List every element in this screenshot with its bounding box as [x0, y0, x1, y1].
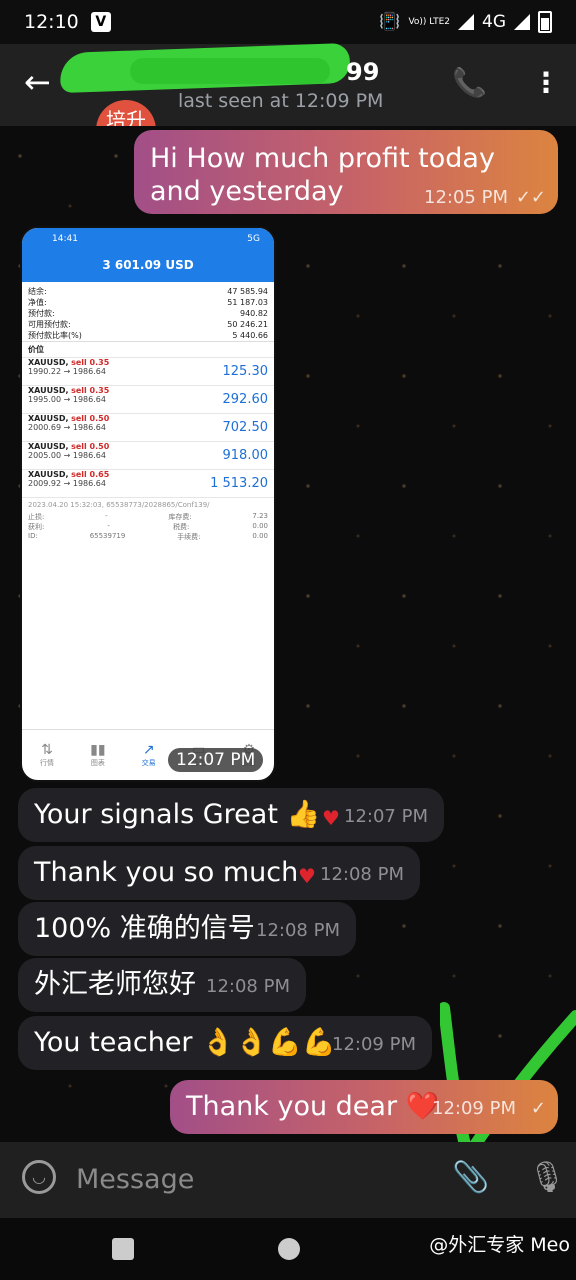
trade-row: XAUUSD, sell 0.65 2009.92 → 1986.64 1 51… [22, 469, 274, 497]
home-button[interactable] [278, 1238, 300, 1260]
message-text: Your signals Great 👍 [34, 799, 321, 830]
incoming-message[interactable]: Your signals Great 👍 ♥ 12:07 PM [18, 788, 444, 842]
heart-reaction-icon[interactable]: ♥ [322, 806, 340, 830]
microphone-icon[interactable]: 🎙 [528, 1160, 566, 1195]
chat-header: ← 培升 99 last seen at 12:09 PM 📞 ⋮ [0, 42, 576, 160]
image-message[interactable]: 14:41 5G 3 601.09 USD 结余: 47 585.94 净值: 51… [20, 226, 276, 782]
back-arrow-icon[interactable]: ← [24, 66, 51, 98]
read-ticks-icon: ✓✓ [515, 187, 546, 208]
trade-row: XAUUSD, sell 0.50 2000.69 → 1986.64 702.… [22, 413, 274, 441]
message-time: 12:09 PM [332, 1034, 416, 1055]
read-tick-icon: ✓ [530, 1098, 546, 1119]
trade-row: XAUUSD, sell 0.35 1995.00 → 1986.64 292.… [22, 385, 274, 413]
last-seen: last seen at 12:09 PM [178, 90, 384, 112]
heart-reaction-icon[interactable]: ♥ [298, 864, 316, 888]
message-input[interactable]: Message [76, 1164, 194, 1195]
tab-quotes: ⇅ 行情 [40, 742, 55, 767]
status-bar: 12:10 V 📳 Vo)) LTE2 4G [0, 0, 576, 44]
message-time: 12:08 PM [206, 976, 290, 997]
attach-icon[interactable]: 📎 [452, 1160, 489, 1195]
incoming-message[interactable]: Thank you so much ♥ 12:08 PM [18, 846, 420, 900]
incoming-message[interactable]: You teacher 👌👌💪💪 12:09 PM [18, 1016, 432, 1070]
network-type: 4G [482, 12, 506, 32]
tab-trade: ↗ 交易 [141, 742, 156, 767]
message-time: 12:05 PM [424, 187, 508, 208]
trade-details: 止损: - 库存费: 7.23 获利: - 税费: 0.00 ID: 65539719 手续费:… [28, 512, 268, 541]
account-row: 可用预付款: 50 246.21 [28, 320, 268, 329]
message-time: 12:09 PM [432, 1098, 516, 1119]
phone-header: 14:41 5G 3 601.09 USD [22, 228, 274, 282]
vibrate-icon: 📳 [379, 12, 401, 32]
message-time: 12:08 PM [320, 864, 404, 885]
message-text: Thank you dear ❤️ [186, 1091, 440, 1122]
message-time: 12:07 PM [344, 806, 428, 827]
signal-icon [458, 14, 474, 30]
volte-icon: Vo)) LTE2 [408, 16, 450, 27]
outgoing-message[interactable]: Thank you dear ❤️ 12:09 PM ✓ [170, 1080, 558, 1134]
phone-time: 14:41 [52, 234, 78, 244]
contact-name[interactable]: 99 [346, 58, 379, 86]
section-label: 价位 [22, 341, 274, 357]
trade-row: XAUUSD, sell 0.35 1990.22 → 1986.64 125.… [22, 357, 274, 385]
tab-charts: ▮▮ 图表 [90, 742, 106, 767]
message-text: 外汇老师您好 [34, 969, 196, 1000]
signal-icon-2 [514, 14, 530, 30]
account-row: 预付款比率(%) 5 440.66 [28, 331, 268, 340]
chat-area[interactable]: Hi How much profit today and yesterday 1… [0, 126, 576, 1142]
emoji-icon[interactable]: ◡ [22, 1160, 56, 1194]
image-time: 12:07 PM [168, 748, 264, 772]
incoming-message[interactable]: 100% 准确的信号 12:08 PM [18, 902, 356, 956]
phone-network: 5G [247, 234, 260, 244]
redaction-scribble-2 [130, 58, 330, 84]
incoming-message[interactable]: 外汇老师您好 12:08 PM [18, 958, 306, 1012]
message-text: Thank you so much [34, 857, 299, 888]
message-text: 100% 准确的信号 [34, 913, 255, 944]
more-menu-icon[interactable]: ⋮ [532, 66, 560, 99]
recents-button[interactable] [112, 1238, 134, 1260]
carrier-logo-icon: V [90, 12, 111, 32]
watermark: @外汇专家 Meo [429, 1234, 570, 1256]
account-balance: 3 601.09 USD [102, 258, 194, 272]
battery-icon [538, 11, 552, 33]
phone-icon[interactable]: 📞 [452, 66, 487, 99]
message-time: 12:08 PM [256, 920, 340, 941]
outgoing-message[interactable]: Hi How much profit today and yesterday 1… [134, 130, 558, 214]
account-row: 净值: 51 187.03 [28, 298, 268, 307]
trade-row: XAUUSD, sell 0.50 2005.00 → 1986.64 918.… [22, 441, 274, 469]
trade-footer: 2023.04.20 15:32:03, 65538773/2028865/Co… [22, 497, 274, 512]
account-row: 结余: 47 585.94 [28, 287, 268, 296]
message-text: You teacher 👌👌💪💪 [34, 1027, 336, 1058]
composer: ◡ Message 📎 🎙 [0, 1142, 576, 1218]
status-time: 12:10 [24, 11, 79, 33]
account-row: 预付款: 940.82 [28, 309, 268, 318]
